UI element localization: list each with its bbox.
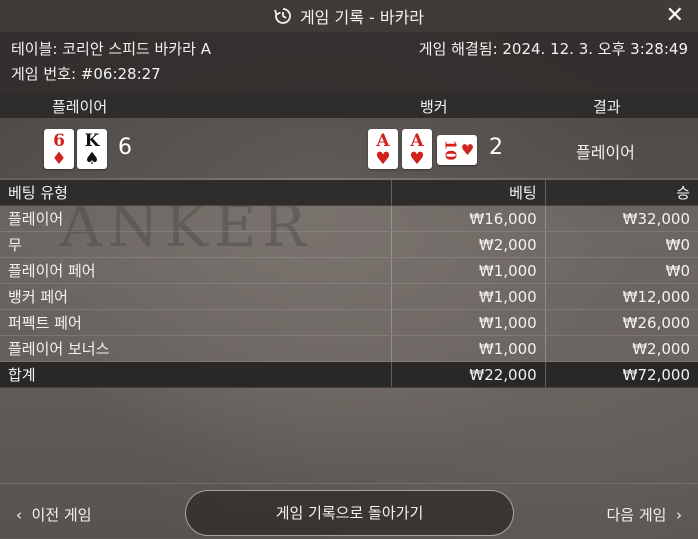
result-row: 6 ♦ K ♠ 6 A ♥ A ♥ 10♥ 2 플레이어 xyxy=(0,118,698,178)
dialog-title-text: 게임 기록 - 바카라 xyxy=(299,8,425,27)
total-label: 합계 xyxy=(0,361,392,388)
bet-amount: ₩1,000 xyxy=(391,257,546,284)
banker-card-1: A ♥ xyxy=(368,129,398,169)
game-result: 플레이어 xyxy=(576,143,635,162)
bet-type-header: 베팅 유형 xyxy=(0,180,392,206)
table-row: 플레이어 ₩16,000 ₩32,000 xyxy=(0,205,698,232)
win-amount: ₩26,000 xyxy=(544,309,698,336)
next-game-label: 다음 게임 xyxy=(606,506,667,524)
previous-game-button[interactable]: ‹ 이전 게임 xyxy=(16,504,92,525)
bet-type: 플레이어 페어 xyxy=(0,257,392,284)
bet-amount: ₩1,000 xyxy=(391,309,546,336)
table-row: 플레이어 페어 ₩1,000 ₩0 xyxy=(0,257,698,284)
bet-amount: ₩16,000 xyxy=(391,205,546,232)
bet-type: 플레이어 xyxy=(0,205,392,232)
next-game-button[interactable]: 다음 게임 › xyxy=(606,504,682,525)
table-row: 뱅커 페어 ₩1,000 ₩12,000 xyxy=(0,283,698,310)
history-icon xyxy=(274,8,291,24)
win-header: 승 xyxy=(544,180,698,206)
chevron-right-icon: › xyxy=(676,506,682,524)
banker-score: 2 xyxy=(489,135,503,160)
win-amount: ₩2,000 xyxy=(544,335,698,362)
bet-type: 퍼펙트 페어 xyxy=(0,309,392,336)
player-card-2: K ♠ xyxy=(77,129,107,169)
player-score: 6 xyxy=(118,135,132,160)
banker-card-3: 10♥ xyxy=(437,135,477,165)
bet-header: 베팅 xyxy=(391,180,546,206)
total-win: ₩72,000 xyxy=(544,361,698,388)
banker-card-2: A ♥ xyxy=(402,129,432,169)
player-header: 플레이어 xyxy=(52,98,108,116)
result-header-label: 결과 xyxy=(593,98,621,116)
table-row: 무 ₩2,000 ₩0 xyxy=(0,231,698,258)
win-amount: ₩12,000 xyxy=(544,283,698,310)
result-header: 플레이어 뱅커 결과 xyxy=(0,93,698,118)
bets-header-row: 베팅 유형 베팅 승 xyxy=(0,180,698,206)
bet-type: 무 xyxy=(0,231,392,258)
back-to-history-button[interactable]: 게임 기록으로 돌아가기 xyxy=(185,490,514,536)
bets-table: 베팅 유형 베팅 승 플레이어 ₩16,000 ₩32,000 무 ₩2,000… xyxy=(0,180,698,388)
bet-type: 플레이어 보너스 xyxy=(0,335,392,362)
close-icon[interactable]: ✕ xyxy=(666,4,684,28)
bet-type: 뱅커 페어 xyxy=(0,283,392,310)
player-card-1: 6 ♦ xyxy=(44,129,74,169)
dialog-footer: ‹ 이전 게임 게임 기록으로 돌아가기 다음 게임 › xyxy=(0,483,698,539)
dialog-title: 게임 기록 - 바카라 xyxy=(274,4,424,28)
total-bet: ₩22,000 xyxy=(391,361,546,388)
dialog-header: 게임 기록 - 바카라 ✕ xyxy=(0,0,698,32)
table-row: 플레이어 보너스 ₩1,000 ₩2,000 xyxy=(0,335,698,362)
bet-amount: ₩1,000 xyxy=(391,283,546,310)
table-row: 퍼펙트 페어 ₩1,000 ₩26,000 xyxy=(0,309,698,336)
total-row: 합계 ₩22,000 ₩72,000 xyxy=(0,361,698,388)
banker-header: 뱅커 xyxy=(420,98,448,116)
win-amount: ₩0 xyxy=(544,257,698,284)
table-name: 테이블: 코리안 스피드 바카라 A xyxy=(11,40,211,58)
game-number: 게임 번호: #06:28:27 xyxy=(11,65,161,83)
win-amount: ₩0 xyxy=(544,231,698,258)
bet-amount: ₩2,000 xyxy=(391,231,546,258)
resolved-time: 게임 해결됨: 2024. 12. 3. 오후 3:28:49 xyxy=(418,40,688,58)
chevron-left-icon: ‹ xyxy=(16,506,22,524)
bet-amount: ₩1,000 xyxy=(391,335,546,362)
game-info: 테이블: 코리안 스피드 바카라 A 게임 해결됨: 2024. 12. 3. … xyxy=(0,32,698,93)
previous-game-label: 이전 게임 xyxy=(31,506,92,524)
win-amount: ₩32,000 xyxy=(544,205,698,232)
